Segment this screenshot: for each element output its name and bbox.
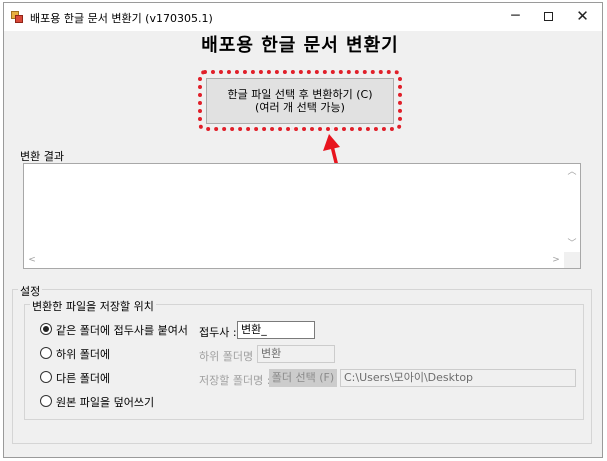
radio-label: 같은 폴더에 접두사를 붙여서 [56, 324, 188, 337]
folder-label: 저장할 폴더명 : [199, 374, 271, 387]
radio-button[interactable] [40, 395, 52, 407]
folder-select-button[interactable]: 폴더 선택 (F) [269, 369, 337, 387]
save-location-group-label: 변환한 파일을 저장할 위치 [30, 298, 156, 314]
maximize-icon [544, 12, 553, 21]
convert-button-label: 한글 파일 선택 후 변환하기 (C) [227, 88, 373, 101]
close-button[interactable]: ✕ [560, 3, 605, 31]
radio-button[interactable] [40, 323, 52, 335]
subfolder-label: 하위 폴더명 : [199, 350, 261, 363]
convert-button-sublabel: (여러 개 선택 가능) [255, 101, 345, 114]
prefix-label: 접두사 : [199, 326, 237, 339]
convert-button[interactable]: 한글 파일 선택 후 변환하기 (C) (여러 개 선택 가능) [206, 78, 394, 124]
app-icon [11, 11, 24, 23]
radio-label: 다른 폴더에 [56, 372, 111, 385]
scrollbar-corner [564, 252, 580, 268]
results-vertical-scrollbar[interactable]: ︿ ﹀ [564, 164, 580, 252]
scroll-left-icon[interactable]: < [24, 252, 40, 268]
results-horizontal-scrollbar[interactable]: < > [24, 252, 564, 268]
results-group-label: 변환 결과 [18, 148, 66, 164]
scroll-up-icon[interactable]: ︿ [564, 164, 580, 180]
radio-button[interactable] [40, 347, 52, 359]
results-textarea[interactable]: ︿ ﹀ < > [23, 163, 581, 269]
folder-path-input[interactable]: C:\Users\모아이\Desktop [340, 369, 576, 387]
settings-group-label: 설정 [18, 283, 43, 299]
radio-label: 원본 파일을 덮어쓰기 [56, 396, 155, 409]
prefix-input[interactable]: 변환_ [237, 321, 315, 339]
scroll-down-icon[interactable]: ﹀ [564, 236, 580, 252]
subfolder-input[interactable]: 변환 [257, 345, 335, 363]
scroll-right-icon[interactable]: > [548, 252, 564, 268]
radio-label: 하위 폴더에 [56, 348, 111, 361]
title-bar[interactable]: 배포용 한글 문서 변환기 (v170305.1) ─ ✕ [4, 3, 602, 31]
radio-button[interactable] [40, 371, 52, 383]
window-title: 배포용 한글 문서 변환기 (v170305.1) [30, 12, 213, 25]
page-title: 배포용 한글 문서 변환기 [201, 35, 399, 56]
